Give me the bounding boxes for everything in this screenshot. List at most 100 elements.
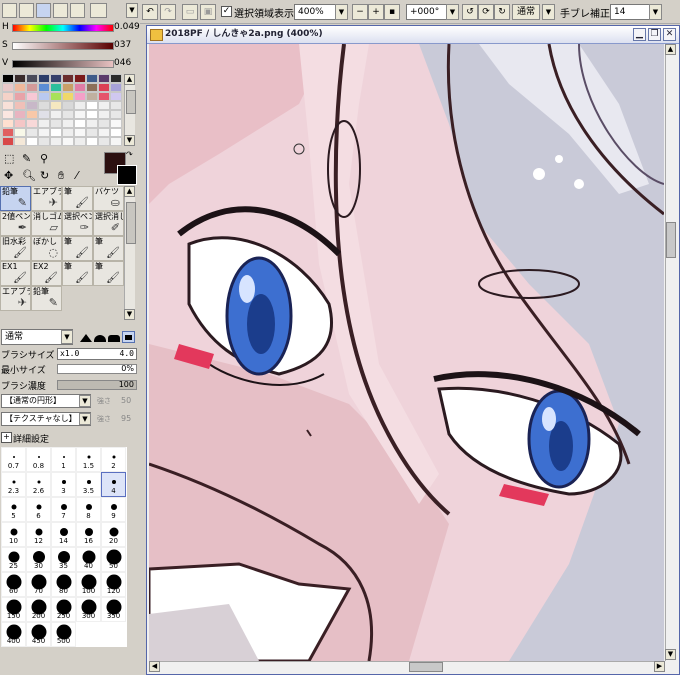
- brush-size-preset[interactable]: 30: [26, 547, 51, 572]
- brush-size-preset[interactable]: 16: [76, 522, 101, 547]
- horizontal-scroll-thumb[interactable]: [409, 662, 443, 672]
- magic-wand-icon[interactable]: ⚲: [40, 152, 48, 165]
- brush-size-preset[interactable]: 12: [26, 522, 51, 547]
- tool-6[interactable]: 選択ペン ✑: [62, 211, 93, 236]
- invert-selection-icon[interactable]: ▣: [200, 4, 216, 20]
- brush-size-preset[interactable]: 6: [26, 497, 51, 522]
- brush-size-preset[interactable]: 450: [26, 622, 51, 647]
- color-mix-mode-button[interactable]: [53, 3, 68, 18]
- eyedropper-icon[interactable]: ⁄: [76, 169, 78, 182]
- rgb-slider-mode-button[interactable]: [19, 3, 34, 18]
- edge-square-button[interactable]: [122, 331, 135, 343]
- brush-size-preset[interactable]: 120: [101, 572, 126, 597]
- palette-scrollbar[interactable]: ▲ ▼: [124, 74, 136, 146]
- tool-scrollbar[interactable]: ▲ ▼: [124, 186, 136, 320]
- tool-11[interactable]: 筆 🖌︎: [93, 236, 124, 261]
- chevron-down-icon[interactable]: ▼: [446, 4, 459, 20]
- chevron-down-icon[interactable]: ▼: [79, 413, 91, 425]
- brush-size-multiplier[interactable]: x1.0: [60, 349, 79, 359]
- brush-size-preset[interactable]: 200: [26, 597, 51, 622]
- tool-4[interactable]: 2値ペン ✒︎: [0, 211, 31, 236]
- tool-9[interactable]: ぼかし ◌: [31, 236, 62, 261]
- drawing-canvas[interactable]: [149, 44, 664, 661]
- undo-icon[interactable]: ↶: [142, 4, 158, 20]
- hand-icon[interactable]: ✋︎: [58, 169, 64, 183]
- advanced-settings-row[interactable]: + 詳細設定: [1, 432, 137, 445]
- tool-8[interactable]: 旧水彩 🖌︎: [0, 236, 31, 261]
- edge-soft-icon[interactable]: [108, 335, 120, 342]
- zoom-out-icon[interactable]: −: [352, 4, 368, 20]
- tool-13[interactable]: EX2 🖌︎: [31, 261, 62, 286]
- rotate-left-icon[interactable]: ↺: [462, 4, 478, 20]
- brush-size-preset[interactable]: 20: [101, 522, 126, 547]
- stabilizer-select[interactable]: 14: [610, 4, 650, 20]
- scratchpad-button[interactable]: [90, 3, 107, 18]
- brush-size-preset[interactable]: 0.8: [26, 447, 51, 472]
- tool-15[interactable]: 筆 🖌︎: [93, 261, 124, 286]
- scroll-left-icon[interactable]: ◀: [149, 661, 160, 672]
- hsv-slider-mode-button[interactable]: [36, 3, 51, 18]
- scroll-down-icon[interactable]: ▼: [124, 309, 135, 320]
- brush-size-preset[interactable]: 8: [76, 497, 101, 522]
- chevron-down-icon[interactable]: ▼: [79, 395, 91, 407]
- brush-size-preset[interactable]: 0.7: [1, 447, 26, 472]
- scroll-up-icon[interactable]: ▲: [124, 186, 135, 197]
- value-slider[interactable]: [12, 60, 114, 68]
- brush-size-preset[interactable]: 500: [51, 622, 76, 647]
- brush-size-preset[interactable]: 3: [51, 472, 76, 497]
- close-button[interactable]: ✕: [663, 28, 676, 41]
- edge-medium-icon[interactable]: [94, 335, 106, 342]
- tool-3[interactable]: バケツ ⛀: [93, 186, 124, 211]
- vertical-scroll-thumb[interactable]: [666, 222, 676, 258]
- zoom-in-icon[interactable]: +: [368, 4, 384, 20]
- background-color-swatch[interactable]: [117, 165, 137, 185]
- brush-size-preset[interactable]: 14: [51, 522, 76, 547]
- texture-select[interactable]: 【テクスチャなし】: [1, 412, 91, 426]
- selection-display-checkbox[interactable]: ✓: [221, 6, 232, 17]
- brush-size-preset[interactable]: 2.6: [26, 472, 51, 497]
- brush-size-preset[interactable]: 25: [1, 547, 26, 572]
- brush-size-preset[interactable]: 70: [26, 572, 51, 597]
- zoom-reset-icon[interactable]: ▪: [384, 4, 400, 20]
- brush-size-preset[interactable]: 2: [101, 447, 126, 472]
- tool-5[interactable]: 消しゴム ▱: [31, 211, 62, 236]
- min-size-slider[interactable]: 0%: [57, 364, 137, 374]
- scroll-down-icon[interactable]: ▼: [665, 649, 676, 660]
- brush-size-preset[interactable]: 80: [51, 572, 76, 597]
- tool-17[interactable]: 鉛筆 ✎: [31, 286, 62, 311]
- swatch-mode-button[interactable]: [70, 3, 85, 18]
- brush-size-preset[interactable]: 100: [76, 572, 101, 597]
- panel-menu-button[interactable]: ▼: [126, 3, 138, 18]
- move-icon[interactable]: ✥: [4, 169, 13, 182]
- brush-size-preset[interactable]: 300: [76, 597, 101, 622]
- brush-size-preset[interactable]: 1: [51, 447, 76, 472]
- brush-size-preset[interactable]: 2.3: [1, 472, 26, 497]
- scroll-up-icon[interactable]: ▲: [665, 44, 676, 55]
- redo-icon[interactable]: ↷: [160, 4, 176, 20]
- hue-slider[interactable]: [12, 24, 114, 32]
- rotate-reset-icon[interactable]: ⟳: [478, 4, 494, 20]
- tool-1[interactable]: エアブラシ✈︎: [31, 186, 62, 211]
- brush-size-preset[interactable]: 4: [101, 472, 126, 497]
- scroll-right-icon[interactable]: ▶: [654, 661, 665, 672]
- brush-size-preset[interactable]: 9: [101, 497, 126, 522]
- zoom-icon[interactable]: 🔍︎: [22, 169, 36, 182]
- scroll-down-icon[interactable]: ▼: [124, 135, 135, 146]
- deselect-icon[interactable]: ▭: [182, 4, 198, 20]
- brush-size-preset[interactable]: 150: [1, 597, 26, 622]
- chevron-down-icon[interactable]: ▼: [649, 4, 662, 20]
- palette-scroll-thumb[interactable]: [126, 90, 136, 114]
- swap-colors-icon[interactable]: ↷: [126, 150, 133, 159]
- blend-display-button[interactable]: 通常: [512, 4, 540, 20]
- density-slider[interactable]: 100: [57, 380, 137, 390]
- brush-size-preset[interactable]: 50: [101, 547, 126, 572]
- chevron-down-icon[interactable]: ▼: [61, 330, 73, 344]
- rect-select-icon[interactable]: ⬚: [4, 152, 14, 165]
- tool-10[interactable]: 筆 🖌︎: [62, 236, 93, 261]
- rotate-right-icon[interactable]: ↻: [494, 4, 510, 20]
- brush-size-preset[interactable]: 60: [1, 572, 26, 597]
- brush-size-preset[interactable]: 35: [51, 547, 76, 572]
- tool-12[interactable]: EX1 🖌︎: [0, 261, 31, 286]
- brush-size-preset[interactable]: 40: [76, 547, 101, 572]
- document-titlebar[interactable]: 2018PF / しんきゃ2a.png (400%) ▁ ❐ ✕: [147, 26, 679, 44]
